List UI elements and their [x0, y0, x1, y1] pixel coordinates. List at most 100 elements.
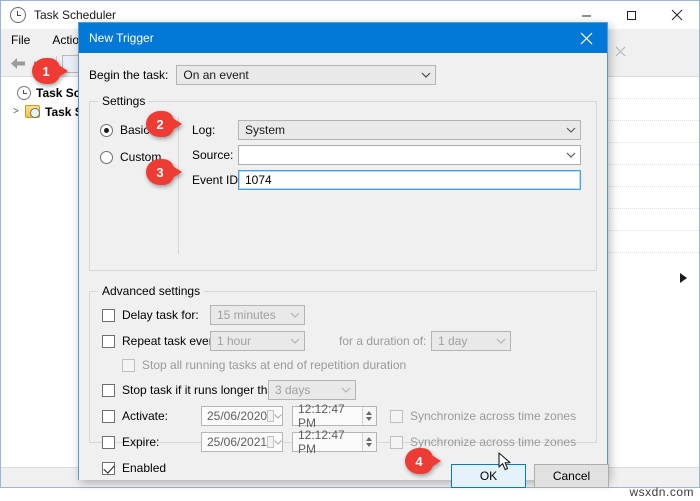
repeat-task-dropdown[interactable]: 1 hour — [210, 331, 305, 351]
activate-sync-checkbox[interactable] — [390, 409, 403, 423]
activate-sync-checkbox-row[interactable]: Synchronize across time zones — [390, 409, 576, 423]
menu-item-file[interactable]: File — [11, 33, 30, 47]
begin-task-row: Begin the task: On an event — [89, 65, 437, 85]
action-item[interactable] — [600, 121, 699, 143]
chevron-right-icon[interactable]: > — [13, 106, 25, 117]
expire-time-input[interactable]: 12:12:47 PM — [292, 428, 377, 456]
spinner-up-icon[interactable] — [366, 437, 373, 441]
delay-task-label: Delay task for: — [122, 308, 199, 322]
chevron-down-icon[interactable] — [274, 413, 282, 419]
expire-sync-checkbox[interactable] — [390, 435, 403, 449]
event-id-label: Event ID: — [192, 173, 242, 187]
ok-button[interactable]: OK — [451, 464, 526, 488]
enabled-label: Enabled — [122, 461, 167, 475]
chevron-down-icon[interactable] — [417, 66, 435, 84]
calendar-icon[interactable] — [267, 410, 274, 422]
radio-custom-indicator[interactable] — [100, 150, 113, 164]
spinner-down-icon[interactable] — [366, 443, 373, 447]
action-item[interactable] — [600, 231, 699, 253]
spinner-up-icon[interactable] — [366, 411, 373, 415]
stop-all-running-checkbox[interactable] — [122, 358, 135, 372]
event-id-value: 1074 — [245, 173, 272, 187]
action-item[interactable] — [600, 143, 699, 165]
close-icon[interactable] — [654, 1, 699, 29]
begin-task-dropdown[interactable]: On an event — [176, 65, 437, 85]
callout-number: 1 — [42, 63, 50, 79]
expire-date-input[interactable]: 25/06/2021 — [201, 432, 283, 452]
activate-label: Activate: — [122, 409, 169, 423]
folder-clock-icon — [25, 105, 40, 118]
activate-checkbox[interactable] — [102, 409, 115, 423]
callout-marker-4: 4 — [405, 448, 441, 474]
expire-date-value: 25/06/2021 — [207, 435, 268, 449]
stop-longer-label: Stop task if it runs longer than: — [122, 383, 285, 397]
spinner-arrows-icon[interactable] — [361, 407, 376, 425]
activate-time-input[interactable]: 12:12:47 PM — [292, 402, 377, 430]
action-item[interactable] — [600, 187, 699, 209]
dialog-titlebar: New Trigger — [79, 23, 607, 53]
delay-task-checkbox[interactable] — [102, 308, 115, 322]
dialog-title: New Trigger — [89, 31, 154, 45]
chevron-down-icon[interactable] — [562, 146, 580, 164]
callout-number: 3 — [156, 164, 164, 180]
maximize-icon[interactable] — [609, 1, 654, 29]
callout-number: 2 — [156, 116, 164, 132]
repeat-task-checkbox-row[interactable]: Repeat task every: — [102, 334, 222, 348]
action-item[interactable] — [600, 165, 699, 187]
log-dropdown[interactable]: System — [238, 120, 581, 140]
calendar-icon[interactable] — [267, 436, 274, 448]
callout-marker-1: 1 — [32, 58, 68, 84]
delay-task-dropdown[interactable]: 15 minutes — [210, 305, 305, 325]
expire-sync-label: Synchronize across time zones — [410, 435, 577, 449]
delay-task-value: 15 minutes — [217, 308, 276, 322]
repeat-task-value: 1 hour — [217, 334, 252, 348]
delay-task-checkbox-row[interactable]: Delay task for: — [102, 308, 199, 322]
expire-time-value: 12:12:47 PM — [298, 428, 345, 456]
source-label: Source: — [192, 148, 234, 162]
activate-checkbox-row[interactable]: Activate: — [102, 409, 168, 423]
activate-sync-label: Synchronize across time zones — [410, 409, 577, 423]
stop-longer-checkbox-row[interactable]: Stop task if it runs longer than: — [102, 383, 284, 397]
expire-sync-checkbox-row[interactable]: Synchronize across time zones — [390, 435, 576, 449]
ok-button-label: OK — [479, 469, 498, 483]
action-item[interactable] — [600, 77, 699, 99]
chevron-down-icon[interactable] — [337, 381, 355, 399]
event-id-input[interactable]: 1074 — [238, 170, 581, 190]
duration-dropdown[interactable]: 1 day — [431, 331, 511, 351]
enabled-checkbox-row[interactable]: Enabled — [102, 461, 166, 475]
clock-icon — [17, 85, 31, 100]
action-item[interactable] — [600, 209, 699, 231]
activate-time-value: 12:12:47 PM — [298, 402, 345, 430]
expire-checkbox[interactable] — [102, 435, 115, 449]
chevron-down-icon[interactable] — [492, 332, 510, 350]
activate-date-input[interactable]: 25/06/2020 — [201, 406, 283, 426]
stop-longer-dropdown[interactable]: 3 days — [268, 380, 356, 400]
action-item[interactable] — [600, 99, 699, 121]
begin-task-value: On an event — [183, 68, 249, 82]
screenshot-root: Task Scheduler File Action Task Sche > T… — [0, 0, 700, 501]
chevron-down-icon[interactable] — [274, 439, 282, 445]
source-dropdown[interactable] — [238, 145, 581, 165]
expand-right-icon[interactable] — [680, 273, 687, 283]
spinner-arrows-icon[interactable] — [361, 433, 376, 451]
back-arrow-icon[interactable] — [7, 54, 29, 74]
duration-value: 1 day — [438, 334, 468, 348]
chevron-down-icon[interactable] — [562, 121, 580, 139]
spinner-down-icon[interactable] — [366, 417, 373, 421]
close-icon[interactable] — [565, 23, 607, 53]
chevron-down-icon[interactable] — [286, 332, 304, 350]
callout-marker-3: 3 — [146, 159, 182, 185]
clock-icon — [10, 7, 26, 23]
pane-close-icon[interactable] — [609, 41, 631, 61]
repeat-task-checkbox[interactable] — [102, 334, 115, 348]
stop-all-running-checkbox-row[interactable]: Stop all running tasks at end of repetit… — [122, 358, 406, 372]
enabled-checkbox[interactable] — [102, 461, 115, 475]
callout-marker-2: 2 — [146, 111, 182, 137]
expire-checkbox-row[interactable]: Expire: — [102, 435, 159, 449]
cancel-button[interactable]: Cancel — [534, 464, 609, 488]
stop-longer-checkbox[interactable] — [102, 383, 115, 397]
expire-label: Expire: — [122, 435, 160, 449]
watermark: wsxdn.com — [629, 485, 694, 499]
radio-basic-indicator[interactable] — [100, 123, 113, 137]
chevron-down-icon[interactable] — [286, 306, 304, 324]
